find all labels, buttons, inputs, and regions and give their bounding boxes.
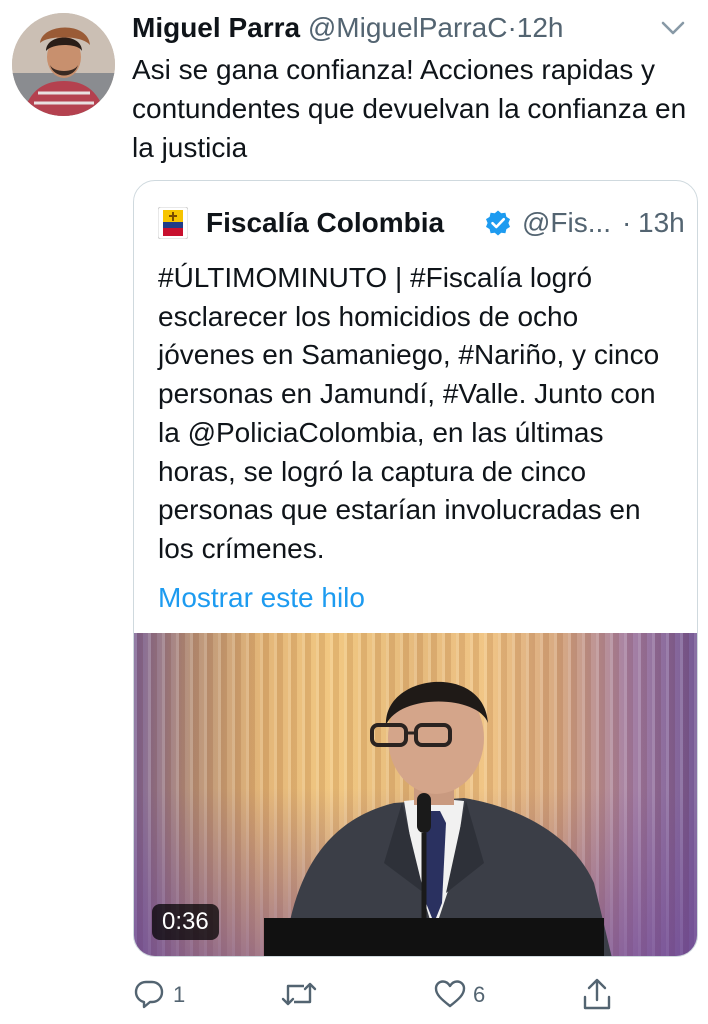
like-count: 6 — [473, 982, 486, 1007]
share-icon — [583, 978, 611, 1010]
quoted-tweet-time[interactable]: 13h — [638, 203, 685, 243]
quoted-author-name[interactable]: Fiscalía Colombia — [206, 203, 444, 243]
verified-badge-icon — [486, 210, 510, 236]
retweet-icon — [281, 982, 317, 1006]
retweet-button[interactable] — [280, 970, 350, 1020]
quoted-tweet[interactable]: Fiscalía Colombia @Fis... · 13h #ÚLTIMOM… — [133, 180, 698, 957]
time-separator: · — [507, 12, 517, 43]
share-button[interactable] — [581, 970, 621, 1020]
reply-icon — [134, 980, 164, 1009]
like-icon — [434, 980, 466, 1008]
tweet-action-bar: 1 6 — [0, 970, 708, 1020]
author-avatar[interactable] — [12, 13, 115, 116]
video-player[interactable]: 0:36 — [134, 633, 697, 956]
show-thread-link[interactable]: Mostrar este hilo — [158, 578, 365, 618]
like-button[interactable]: 6 — [433, 970, 503, 1020]
reply-count: 1 — [173, 982, 186, 1007]
tweet-text: Asi se gana confianza! Acciones rapidas … — [132, 54, 687, 163]
quoted-tweet-text: #ÚLTIMOMINUTO | #Fiscalía logró esclarec… — [158, 262, 660, 564]
quoted-tweet-header: Fiscalía Colombia @Fis... · 13h — [158, 203, 685, 243]
video-duration-badge: 0:36 — [152, 904, 219, 940]
author-handle[interactable]: @MiguelParraC — [308, 12, 508, 43]
tweet-header: Miguel Parra @MiguelParraC·12h — [132, 10, 692, 46]
quoted-time-separator: · — [622, 207, 632, 238]
quoted-author-handle[interactable]: @Fis... — [522, 203, 611, 243]
avatar-photo — [12, 13, 115, 116]
reply-button[interactable]: 1 — [133, 970, 203, 1020]
author-name[interactable]: Miguel Parra — [132, 12, 300, 43]
fiscalia-logo-icon — [158, 207, 188, 239]
video-thumbnail-speaker — [264, 681, 612, 956]
tweet-time[interactable]: 12h — [517, 12, 564, 43]
chevron-down-icon[interactable] — [658, 14, 688, 42]
